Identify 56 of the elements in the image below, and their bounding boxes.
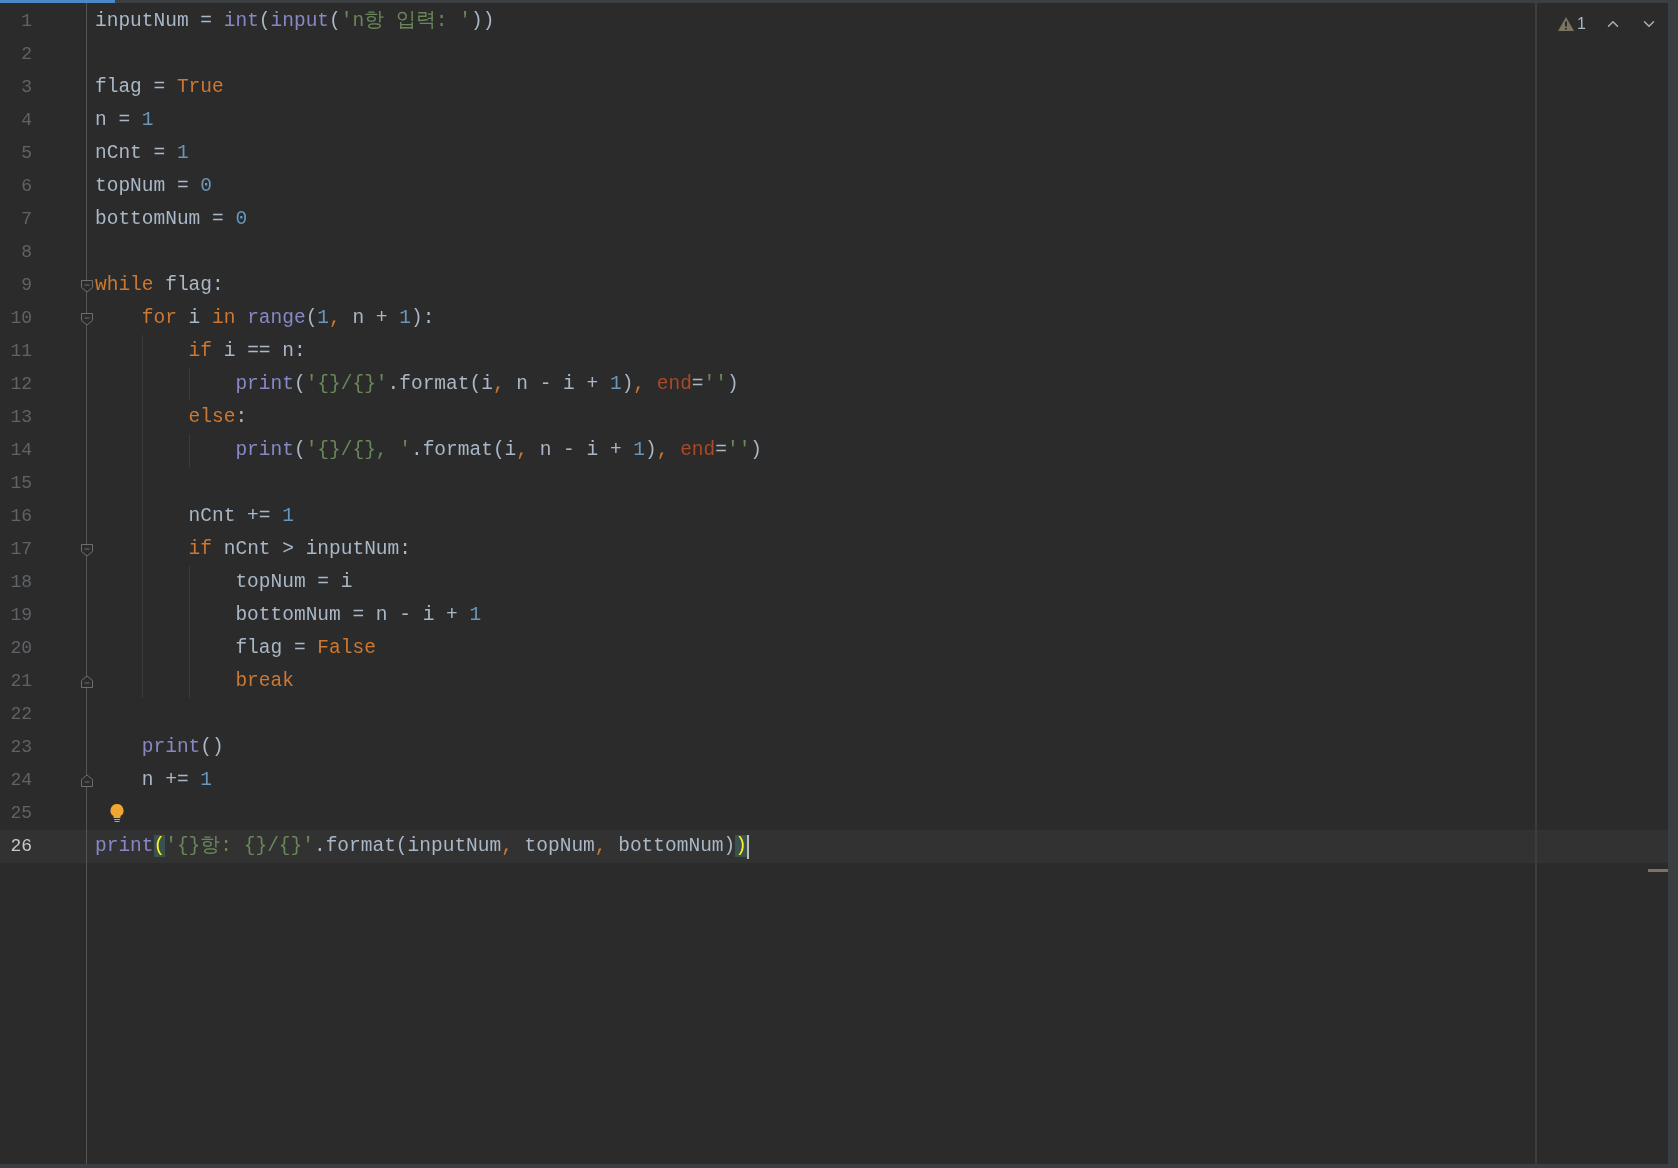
line-number: 2 <box>20 43 32 66</box>
line-number: 10 <box>9 307 32 330</box>
line-number: 25 <box>9 802 32 825</box>
line-number: 6 <box>20 175 32 198</box>
code-line: while flag: <box>95 272 224 298</box>
code-line: print() <box>140 734 224 760</box>
code-line: bottomNum = n - i + 1 <box>234 602 482 628</box>
line-number: 14 <box>9 439 32 462</box>
code-line: else: <box>187 404 248 430</box>
line-number: 7 <box>20 208 32 231</box>
line-number: 20 <box>9 637 32 660</box>
line-number: 3 <box>20 76 32 99</box>
line-number: 16 <box>9 505 32 528</box>
line-number: 13 <box>9 406 32 429</box>
code-line: print('{}/{}, '.format(i, n - i + 1), end='') <box>234 437 763 463</box>
line-number: 9 <box>20 274 32 297</box>
line-number: 24 <box>9 769 32 792</box>
line-number: 5 <box>20 142 32 165</box>
fold-collapse-icon[interactable] <box>80 543 94 557</box>
code-line: n += 1 <box>140 767 213 793</box>
code-line: nCnt += 1 <box>187 503 294 529</box>
fold-collapse-icon[interactable] <box>80 312 94 326</box>
code-line: inputNum = int(input('n항 입력: ')) <box>95 8 495 34</box>
line-number: 12 <box>9 373 32 396</box>
code-line: bottomNum = 0 <box>95 206 248 232</box>
fold-end-icon[interactable] <box>80 774 94 788</box>
line-number: 15 <box>9 472 32 495</box>
warning-icon[interactable] <box>1557 16 1576 32</box>
code-line: topNum = 0 <box>95 173 213 199</box>
line-number: 23 <box>9 736 32 759</box>
line-number: 22 <box>9 703 32 726</box>
line-number: 1 <box>20 10 32 33</box>
code-line: n = 1 <box>95 107 154 133</box>
fold-collapse-icon[interactable] <box>80 279 94 293</box>
fold-end-icon[interactable] <box>80 675 94 689</box>
line-number: 4 <box>20 109 32 132</box>
line-number: 17 <box>9 538 32 561</box>
code-line: break <box>234 668 294 694</box>
line-number: 18 <box>9 571 32 594</box>
code-line: if i == n: <box>187 338 306 364</box>
lightbulb-icon[interactable] <box>109 803 125 823</box>
code-line: for i in range(1, n + 1): <box>140 305 435 331</box>
code-line: flag = True <box>95 74 224 100</box>
code-line: flag = False <box>234 635 376 661</box>
line-number: 8 <box>20 241 32 264</box>
line-number: 11 <box>9 340 32 363</box>
warning-count: 1 <box>1577 14 1586 34</box>
line-number: 19 <box>9 604 32 627</box>
text-cursor <box>746 834 749 859</box>
code-line: if nCnt > inputNum: <box>187 536 411 562</box>
line-number: 21 <box>9 670 32 693</box>
code-line: print('{}/{}'.format(i, n - i + 1), end='') <box>234 371 739 397</box>
code-line: nCnt = 1 <box>95 140 189 166</box>
line-number: 26 <box>9 835 32 858</box>
code-line: topNum = i <box>234 569 353 595</box>
code-line: print('{}항: {}/{}'.format(inputNum, topNum, bottomNum)) <box>95 833 747 859</box>
